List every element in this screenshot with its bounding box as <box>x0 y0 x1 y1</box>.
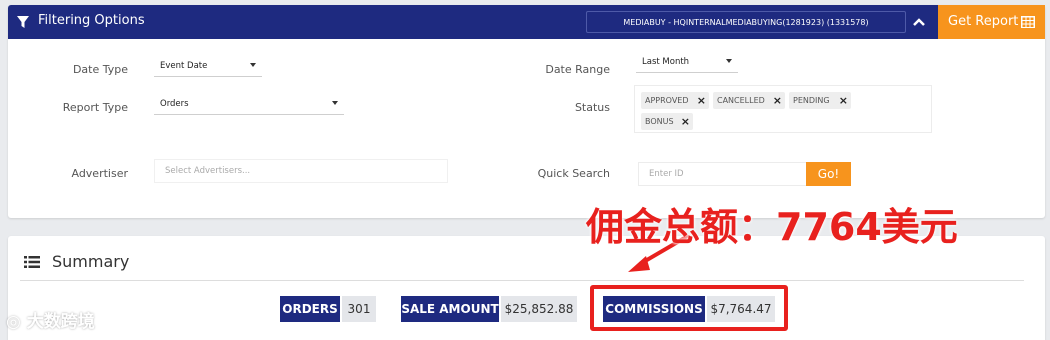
account-selector[interactable]: MEDIABUY - HQINTERNALMEDIABUYING(1281923… <box>586 11 906 33</box>
date-type-label: Date Type <box>72 63 128 76</box>
summary-title: Summary <box>52 252 130 271</box>
panel-header: Filtering Options MEDIABUY - HQINTERNALM… <box>8 5 1045 39</box>
status-tag-label: CANCELLED <box>717 96 765 105</box>
report-type-value: Orders <box>160 99 189 109</box>
orders-value: 301 <box>342 296 376 322</box>
status-tag-pending: PENDING × <box>789 92 851 109</box>
status-tag-label: APPROVED <box>645 96 689 105</box>
date-type-value: Event Date <box>160 61 208 71</box>
quick-search-placeholder: Enter ID <box>649 169 684 179</box>
date-type-select[interactable]: Event Date <box>154 57 262 77</box>
date-range-select[interactable]: Last Month <box>636 53 738 73</box>
caret-down-icon <box>726 59 732 63</box>
sale-amount-value: $25,852.88 <box>501 296 577 322</box>
status-tag-label: BONUS <box>645 117 674 126</box>
caret-down-icon <box>332 101 338 105</box>
quick-search-input[interactable]: Enter ID <box>638 162 814 186</box>
orders-label: ORDERS <box>280 296 340 322</box>
sale-amount-label: SALE AMOUNT <box>401 296 499 322</box>
go-button[interactable]: Go! <box>806 162 851 186</box>
status-label: Status <box>574 101 610 114</box>
date-range-value: Last Month <box>642 57 690 67</box>
summary-panel: Summary <box>8 236 1045 340</box>
report-type-label: Report Type <box>62 101 128 114</box>
date-range-label: Date Range <box>545 63 610 76</box>
advertiser-placeholder: Select Advertisers... <box>165 166 251 176</box>
watermark-logo-icon: ◎ <box>6 312 27 332</box>
panel-title: Filtering Options <box>38 13 145 28</box>
highlight-box <box>590 285 788 331</box>
remove-tag-icon[interactable]: × <box>839 92 848 109</box>
annotation-text: 佣金总额：7764美元 <box>586 205 958 249</box>
advertiser-select[interactable]: Select Advertisers... <box>154 159 448 183</box>
status-tag-bonus: BONUS × <box>641 113 693 130</box>
list-icon <box>24 256 40 268</box>
advertiser-label: Advertiser <box>71 167 128 180</box>
quick-search-label: Quick Search <box>537 167 610 180</box>
remove-tag-icon[interactable]: × <box>697 92 706 109</box>
filter-icon <box>17 16 29 28</box>
table-icon <box>1021 16 1035 28</box>
watermark-text: 大数跨境 <box>26 312 95 332</box>
remove-tag-icon[interactable]: × <box>773 92 782 109</box>
status-tag-cancelled: CANCELLED × <box>713 92 785 109</box>
divider <box>20 280 1024 281</box>
collapse-button[interactable] <box>908 12 930 32</box>
report-type-select[interactable]: Orders <box>154 95 344 115</box>
status-tag-label: PENDING <box>793 96 830 105</box>
get-report-label: Get Report <box>948 14 1019 29</box>
status-tag-approved: APPROVED × <box>641 92 709 109</box>
caret-down-icon <box>250 63 256 67</box>
remove-tag-icon[interactable]: × <box>681 113 690 130</box>
watermark: ◎ 大数跨境 <box>6 307 95 332</box>
get-report-button[interactable]: Get Report <box>938 5 1045 39</box>
chevron-up-icon <box>913 18 925 26</box>
status-multiselect[interactable]: APPROVED × CANCELLED × PENDING × BONUS × <box>634 85 932 133</box>
